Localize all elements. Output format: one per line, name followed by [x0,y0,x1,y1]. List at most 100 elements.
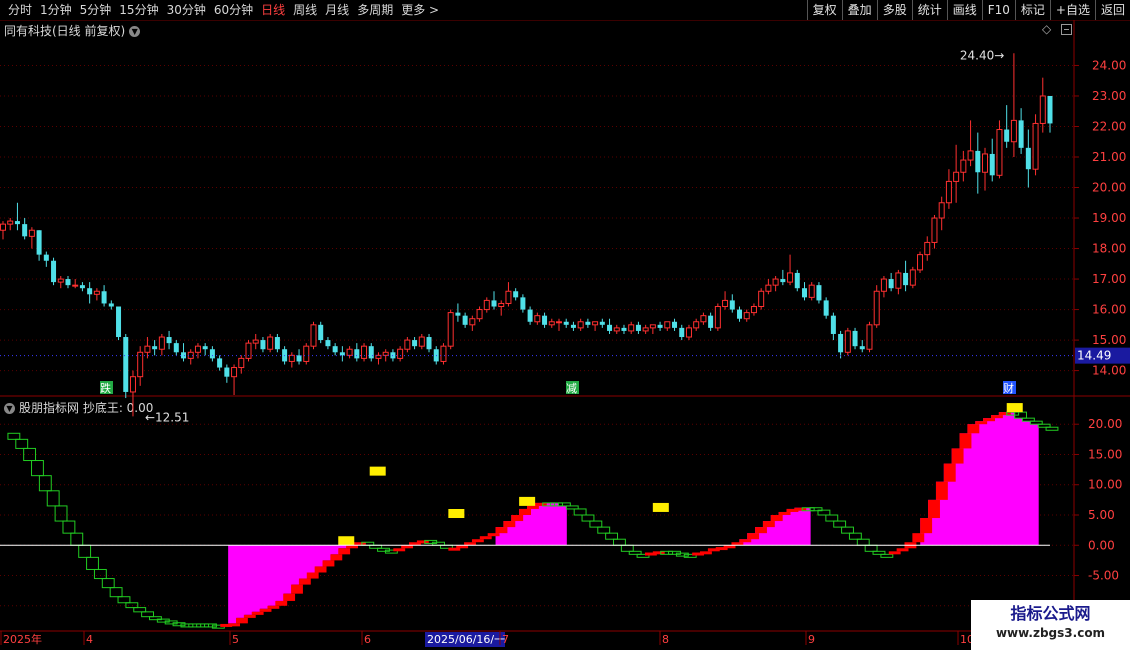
candle-body [231,367,238,378]
indicator-step-bar [275,600,288,606]
indicator-step-bar [93,568,107,580]
indicator-fill-bar [298,545,308,579]
indicator-peak-marker [369,466,386,476]
candle-body [743,312,750,320]
indicator-step-bar [86,556,99,570]
indicator-step-bar [117,596,131,604]
indicator-fill-bar [991,415,1000,546]
indicator-step-bar [841,526,854,534]
candle-body [51,260,57,283]
indicator-step-bar [880,553,894,558]
candle-body [657,324,663,328]
indicator-peak-marker [338,536,355,546]
price-tick-label: 17.00 [1092,272,1126,286]
candle-body [65,279,71,286]
candle-body [412,340,418,347]
candle-body [903,272,909,286]
indicator-step-bar [935,481,948,500]
indicator-step-bar [983,418,996,422]
indicator-step-bar [613,538,626,546]
indicator-step-bar [511,515,524,522]
candle-body [1025,147,1031,170]
candle-body [455,312,461,316]
indicator-step-bar [991,415,1003,419]
candle-body [22,224,28,237]
candle-body [303,345,310,362]
indicator-step-bar [778,511,791,515]
indicator-step-bar [393,548,406,552]
candle-body [404,339,411,350]
candle-body [527,309,533,322]
candle-body [144,345,151,353]
candle-body [888,279,894,289]
indicator-step-bar [487,533,500,537]
price-tick-label: 21.00 [1092,150,1126,164]
candle-body [476,309,483,320]
candle-body [462,315,468,325]
indicator-step-bar [38,475,52,492]
indicator-tick-label: 20.00 [1088,417,1122,431]
indicator-step-bar [70,532,84,546]
indicator-step-bar [23,447,37,462]
candle-body [1018,120,1024,148]
candle-body [267,336,274,350]
candle-body [873,290,880,326]
candle-body [354,349,360,359]
indicator-step-bar [605,532,619,540]
candle-body [7,220,14,225]
candle-body [577,321,584,329]
candle-body [621,327,627,331]
candle-body [202,346,208,350]
candle-body [967,150,974,161]
candle-body [469,318,476,326]
candle-body [1010,119,1017,143]
indicator-fill-bar [283,545,292,594]
candle-body [628,324,635,332]
indicator-step-bar [519,508,531,515]
candle-body [830,315,836,334]
high-price-label: 24.40→ [960,48,1004,62]
candle-body [108,303,114,307]
event-marker-text: 财 [1003,381,1014,395]
candle-body [129,376,136,393]
indicator-fill-bar [1030,424,1039,546]
candle-body [555,321,562,324]
indicator-step-bar [471,539,484,543]
indicator-step-bar [951,448,964,464]
indicator-step-bar [770,515,783,522]
indicator-step-bar [888,551,901,555]
indicator-step-bar [573,508,587,516]
candle-body [318,324,324,341]
candle-body [0,223,6,231]
current-price-text: 14.49 [1077,349,1111,363]
candle-body [693,321,700,329]
candle-body [585,321,591,325]
price-tick-label: 14.00 [1092,364,1126,378]
indicator-step-bar [243,614,256,618]
indicator-step-bar [7,432,21,440]
chart-canvas[interactable]: 24.00 23.00 22.00 21.00 20.00 19.00 18.00 17.00… [0,0,1130,650]
candle-body [765,284,772,292]
indicator-step-bar [620,544,634,552]
indicator-fill-bar [236,545,245,618]
watermark-url: www.zbgs3.com [995,626,1106,640]
candle-body [252,339,259,344]
indicator-step-bar [259,608,272,612]
candle-body [483,299,490,311]
candle-body [79,285,85,289]
indicator-peak-marker [519,496,536,506]
candle-body [57,278,64,283]
indicator-step-bar [503,521,516,528]
candle-body [737,309,743,319]
indicator-fill-bar [275,545,284,601]
candle-body [592,321,599,326]
candle-body [787,272,794,283]
indicator-step-bar [306,572,319,579]
indicator-step-bar [896,548,909,552]
indicator-fill-bar [322,545,331,561]
indicator-step-bar [495,527,508,534]
candle-body [945,180,952,204]
candle-body [368,346,374,359]
date-label: 4 [86,633,93,646]
indicator-step-bar [109,587,123,598]
